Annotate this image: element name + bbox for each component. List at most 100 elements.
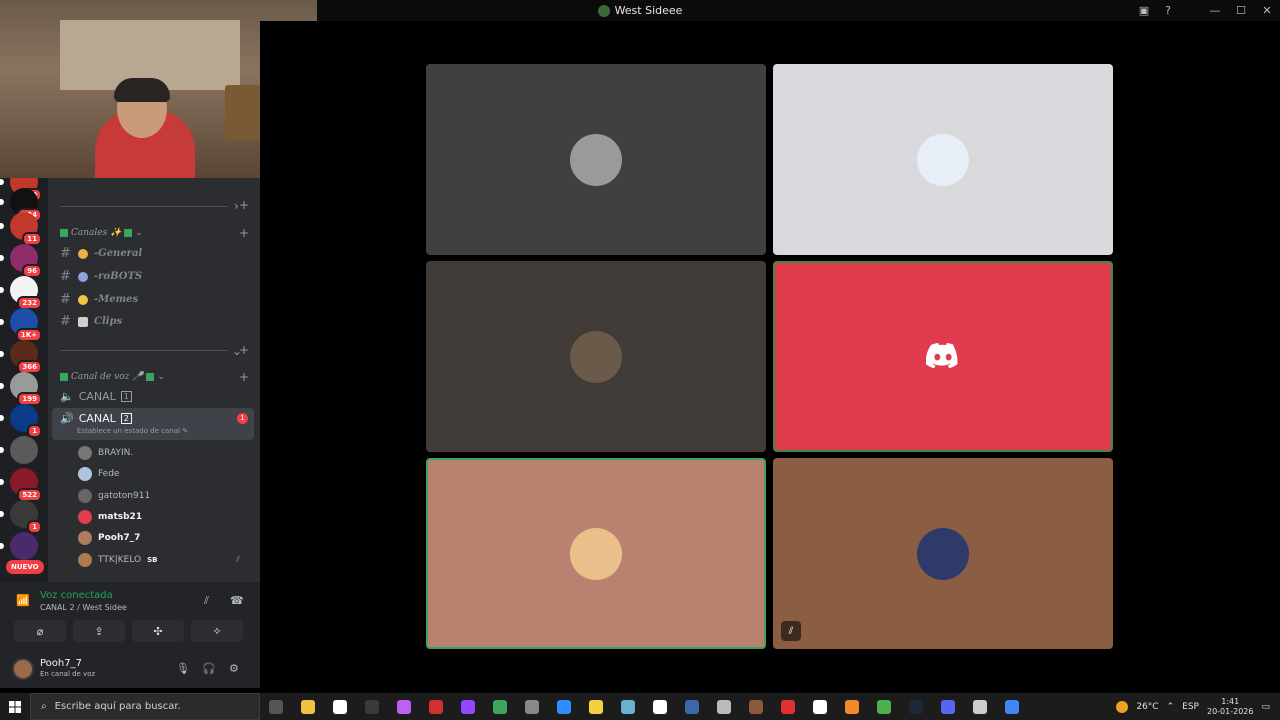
channel-label: CANAL — [78, 390, 116, 403]
weather-temp[interactable]: 26°C — [1136, 702, 1158, 712]
taskbar-app-icon[interactable] — [452, 693, 484, 720]
voice-member[interactable]: BRAYIN. — [78, 446, 133, 460]
camera-button[interactable]: ⌀ — [14, 620, 66, 642]
noise-suppression-icon[interactable]: ⫽ — [204, 594, 209, 608]
server-icon[interactable]: 1 — [0, 404, 42, 438]
minimize-button[interactable]: — — [1202, 0, 1228, 21]
taskbar-app-icon[interactable] — [740, 693, 772, 720]
server-icon[interactable]: 366 — [0, 340, 42, 374]
close-button[interactable]: ✕ — [1254, 0, 1280, 21]
taskbar-app-icon[interactable] — [356, 693, 388, 720]
taskbar-app-icon[interactable] — [676, 693, 708, 720]
taskbar-app-icon[interactable] — [612, 693, 644, 720]
category-canales[interactable]: Canales ✨ ⌄ — [60, 228, 143, 238]
taskbar-app-icon[interactable] — [644, 693, 676, 720]
search-icon: ⌕ — [41, 701, 47, 712]
avatar[interactable] — [12, 658, 34, 680]
add-channel-icon[interactable]: + — [239, 343, 249, 357]
server-icon[interactable]: 199 — [0, 372, 42, 406]
video-tile[interactable] — [426, 458, 766, 649]
emoji-icon — [78, 271, 88, 282]
taskbar-app-icon[interactable] — [260, 693, 292, 720]
discord-app: West Sideee ▣ ? — ☐ ✕ 1023411962321K+366… — [0, 0, 1280, 720]
server-icon[interactable]: 96 — [0, 244, 42, 278]
soundboard-button[interactable]: ✧ — [191, 620, 243, 642]
taskbar-app-icon[interactable] — [996, 693, 1028, 720]
taskbar-search[interactable]: ⌕ Escribe aquí para buscar. — [30, 693, 260, 720]
add-channel-icon[interactable]: + — [239, 370, 249, 384]
avatar — [78, 552, 92, 567]
video-tile[interactable] — [773, 64, 1113, 255]
voice-channel-1[interactable]: 🔈 CANAL 1 — [60, 390, 132, 403]
signal-icon[interactable]: 📶 — [16, 594, 30, 607]
voice-member[interactable]: Pooh7_7 — [78, 531, 140, 546]
taskbar-app-icon[interactable] — [772, 693, 804, 720]
video-tile[interactable] — [426, 64, 766, 255]
channel-general[interactable]: # -General — [60, 246, 142, 261]
gear-icon[interactable]: ⚙ — [229, 662, 239, 675]
language-indicator[interactable]: ESP — [1182, 702, 1199, 712]
channel-robots[interactable]: # -roBOTS — [60, 269, 142, 284]
server-icon[interactable]: 1 — [0, 500, 42, 534]
clock[interactable]: 1:41 20-01-2026 — [1207, 697, 1254, 717]
channel-clips[interactable]: # Clips — [60, 314, 122, 329]
taskbar-app-icon[interactable] — [324, 693, 356, 720]
avatar — [570, 527, 622, 580]
muted-icon: ⫽ — [781, 621, 801, 641]
taskbar-app-icon[interactable] — [420, 693, 452, 720]
voice-location[interactable]: CANAL 2 / West Sidee — [40, 603, 127, 612]
taskbar-app-icon[interactable] — [964, 693, 996, 720]
video-tile[interactable] — [773, 261, 1113, 452]
member-name: Fede — [98, 469, 120, 480]
add-channel-icon[interactable]: + — [239, 226, 249, 240]
channel-status[interactable]: Establece un estado de canal ✎ — [77, 427, 188, 435]
chevron-up-icon[interactable]: ⌃ — [1167, 702, 1175, 712]
taskbar-app-icon[interactable] — [548, 693, 580, 720]
disconnect-icon[interactable]: ☎ — [230, 594, 244, 607]
activities-button[interactable]: ✣ — [132, 620, 184, 642]
video-tile[interactable]: ⫽ — [773, 458, 1113, 649]
headphones-icon[interactable]: 🎧 — [202, 662, 216, 675]
voice-member[interactable]: Fede — [78, 467, 120, 482]
taskbar-app-icon[interactable] — [868, 693, 900, 720]
microphone-icon[interactable]: 🎙 — [176, 662, 190, 675]
voice-member[interactable]: matsb21 — [78, 509, 142, 524]
category-label: Canal de voz 🎤 — [71, 372, 144, 382]
maximize-button[interactable]: ☐ — [1228, 0, 1254, 21]
add-channel-icon[interactable]: + — [239, 198, 249, 212]
avatar — [78, 467, 92, 482]
user-name[interactable]: Pooh7_7 — [40, 658, 82, 669]
inbox-icon[interactable]: ▣ — [1132, 0, 1156, 21]
avatar — [917, 133, 969, 186]
taskbar: ⌕ Escribe aquí para buscar. 26°C ⌃ ESP 1… — [0, 693, 1280, 720]
taskbar-app-icon[interactable] — [580, 693, 612, 720]
video-tile[interactable] — [426, 261, 766, 452]
category-voz[interactable]: Canal de voz 🎤 ⌄ — [60, 372, 165, 382]
screen-share-button[interactable]: ⇪ — [73, 620, 125, 642]
taskbar-app-icon[interactable] — [484, 693, 516, 720]
server-icon[interactable] — [0, 436, 38, 464]
server-icon[interactable]: 11 — [0, 212, 42, 246]
taskbar-app-icon[interactable] — [900, 693, 932, 720]
server-icon[interactable]: 1K+ — [0, 308, 42, 342]
new-badge: NUEVO — [6, 560, 44, 574]
taskbar-app-icon[interactable] — [708, 693, 740, 720]
taskbar-app-icon[interactable] — [516, 693, 548, 720]
notification-icon[interactable]: ▭ — [1261, 702, 1270, 712]
channel-memes[interactable]: # -Memes — [60, 292, 138, 307]
voice-member[interactable]: gatoton911 — [78, 488, 150, 503]
server-icon[interactable]: 522 — [0, 468, 42, 502]
search-placeholder: Escribe aquí para buscar. — [54, 701, 181, 712]
voice-member[interactable]: TTK|KELO SB ⫽ — [78, 552, 240, 567]
taskbar-app-icon[interactable] — [388, 693, 420, 720]
taskbar-app-icon[interactable] — [932, 693, 964, 720]
taskbar-app-icon[interactable] — [292, 693, 324, 720]
windows-start-icon[interactable] — [0, 693, 30, 720]
taskbar-app-icon[interactable] — [804, 693, 836, 720]
voice-status[interactable]: Voz conectada — [40, 590, 113, 601]
help-icon[interactable]: ? — [1156, 0, 1180, 21]
taskbar-app-icon[interactable] — [836, 693, 868, 720]
server-icon[interactable] — [0, 532, 38, 560]
server-icon[interactable]: 232 — [0, 276, 42, 310]
emoji-icon — [78, 294, 88, 305]
